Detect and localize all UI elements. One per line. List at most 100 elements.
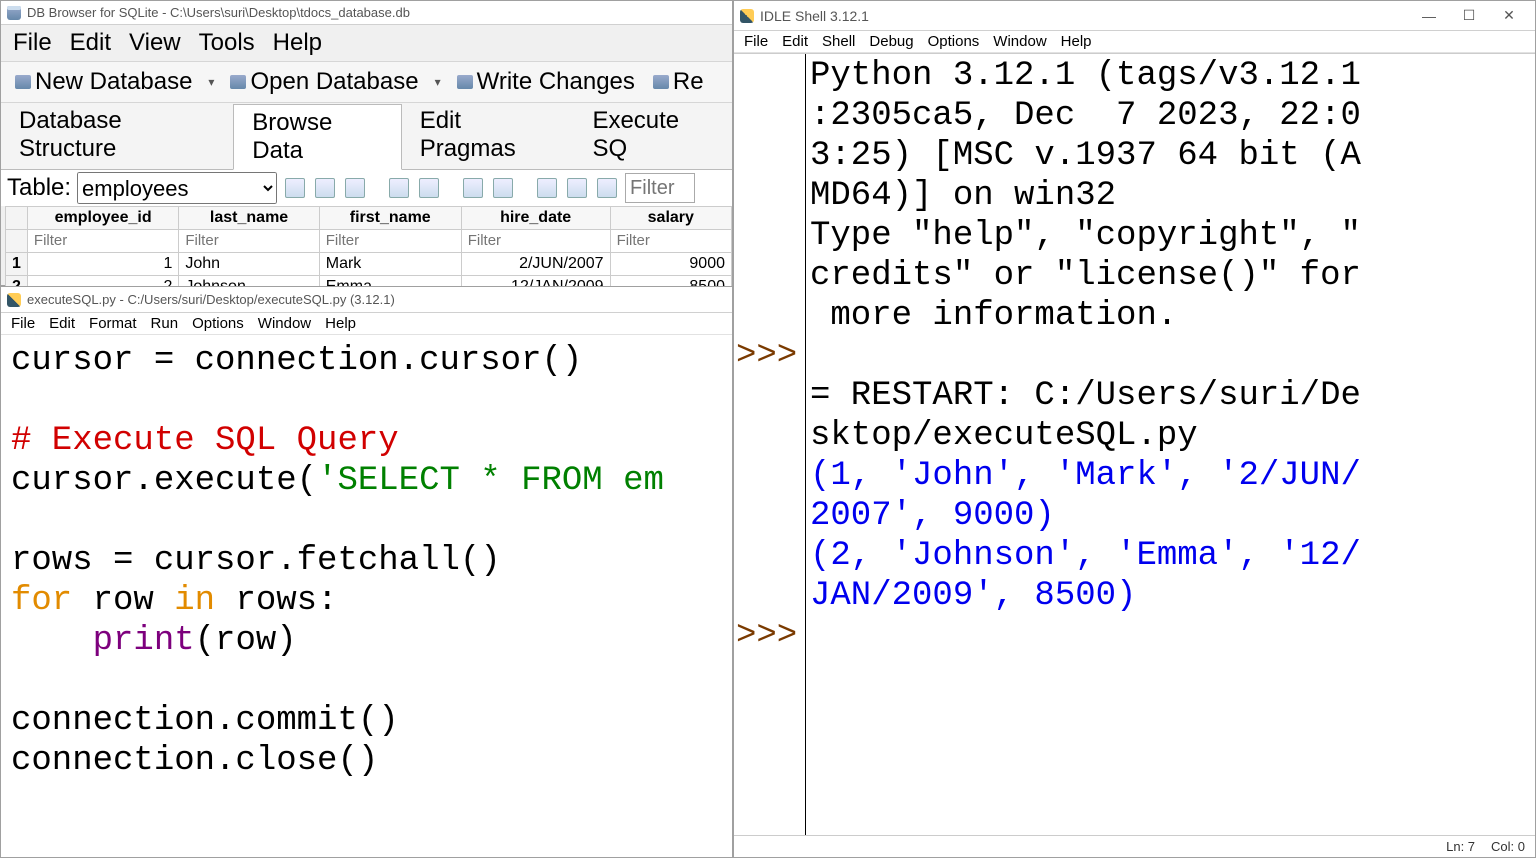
quick-filter-input[interactable]: [625, 173, 695, 203]
shell-stdout: (2, 'Johnson', 'Emma', '12/: [810, 537, 1361, 575]
idle-editor-window: executeSQL.py - C:/Users/suri/Desktop/ex…: [0, 286, 733, 858]
save-filter-icon[interactable]: [345, 178, 365, 198]
filter-row: [6, 230, 732, 253]
cell-hire-date[interactable]: 2/JUN/2007: [461, 253, 610, 276]
menu-view[interactable]: View: [129, 29, 181, 57]
insert-row-icon[interactable]: [463, 178, 483, 198]
menu-edit[interactable]: Edit: [782, 33, 808, 50]
table-row[interactable]: 1 1 John Mark 2/JUN/2007 9000: [6, 253, 732, 276]
clear-filter-icon[interactable]: [315, 178, 335, 198]
cell-first-name[interactable]: Mark: [319, 253, 461, 276]
cell-employee-id[interactable]: 1: [27, 253, 178, 276]
filter-last-name[interactable]: [185, 232, 312, 249]
print-icon[interactable]: [389, 178, 409, 198]
tab-execute-sql[interactable]: Execute SQ: [574, 103, 732, 169]
shell-titlebar[interactable]: IDLE Shell 3.12.1 — ☐ ✕: [734, 1, 1535, 31]
col-last-name[interactable]: last_name: [179, 207, 319, 230]
filter-first-name[interactable]: [326, 232, 455, 249]
menu-shell[interactable]: Shell: [822, 33, 855, 50]
shell-restart: = RESTART: C:/Users/suri/De: [810, 377, 1361, 415]
save-icon: [457, 75, 473, 89]
code-keyword: in: [174, 582, 215, 620]
col-hire-date[interactable]: hire_date: [461, 207, 610, 230]
shell-output-area[interactable]: Python 3.12.1 (tags/v3.12.1 :2305ca5, De…: [806, 54, 1535, 835]
shell-stdout: (1, 'John', 'Mark', '2/JUN/: [810, 457, 1361, 495]
code-text: row: [72, 582, 174, 620]
shell-banner: :2305ca5, Dec 7 2023, 22:0: [810, 97, 1361, 135]
tab-edit-pragmas[interactable]: Edit Pragmas: [402, 103, 575, 169]
row-number[interactable]: 1: [6, 253, 28, 276]
filter-hire-date[interactable]: [468, 232, 604, 249]
shell-banner: Type "help", "copyright", ": [810, 217, 1361, 255]
tab-database-structure[interactable]: Database Structure: [1, 103, 233, 169]
editor-title: executeSQL.py - C:/Users/suri/Desktop/ex…: [27, 292, 395, 307]
code-text: rows:: [215, 582, 337, 620]
chevron-down-icon[interactable]: ▾: [429, 75, 447, 89]
close-button[interactable]: ✕: [1489, 2, 1529, 30]
code-indent: [11, 622, 93, 660]
filter-employee-id[interactable]: [34, 232, 172, 249]
menu-file[interactable]: File: [744, 33, 768, 50]
menu-run[interactable]: Run: [151, 315, 179, 332]
code-comment: # Execute SQL Query: [11, 422, 399, 460]
database-open-icon: [230, 75, 246, 89]
db-browser-window: DB Browser for SQLite - C:\Users\suri\De…: [0, 0, 733, 286]
new-database-button[interactable]: New Database: [7, 64, 200, 100]
refresh-icon[interactable]: [285, 178, 305, 198]
filter-salary[interactable]: [617, 232, 725, 249]
status-line: Ln: 7: [1446, 839, 1475, 854]
menu-edit[interactable]: Edit: [70, 29, 111, 57]
db-browser-toolbar: New Database ▾ Open Database ▾ Write Cha…: [1, 61, 732, 103]
cell-last-name[interactable]: John: [179, 253, 319, 276]
menu-window[interactable]: Window: [993, 33, 1046, 50]
col-employee-id[interactable]: employee_id: [27, 207, 178, 230]
editor-code-area[interactable]: cursor = connection.cursor() # Execute S…: [1, 335, 732, 787]
menu-format[interactable]: Format: [89, 315, 137, 332]
cell-salary[interactable]: 9000: [610, 253, 731, 276]
open-database-button[interactable]: Open Database: [222, 64, 426, 100]
menu-window[interactable]: Window: [258, 315, 311, 332]
row-corner: [6, 207, 28, 230]
menu-options[interactable]: Options: [928, 33, 980, 50]
menu-help[interactable]: Help: [273, 29, 322, 57]
tab-browse-data[interactable]: Browse Data: [233, 104, 401, 170]
revert-icon: [653, 75, 669, 89]
idle-shell-window: IDLE Shell 3.12.1 — ☐ ✕ File Edit Shell …: [733, 0, 1536, 858]
col-first-name[interactable]: first_name: [319, 207, 461, 230]
chevron-down-icon[interactable]: ▾: [202, 75, 220, 89]
shell-stdout: 2007', 9000): [810, 497, 1055, 535]
table-label: Table:: [7, 174, 71, 202]
shell-body[interactable]: >>> >>> Python 3.12.1 (tags/v3.12.1 :230…: [734, 53, 1535, 835]
menu-help[interactable]: Help: [1061, 33, 1092, 50]
goto-icon[interactable]: [537, 178, 557, 198]
code-line: connection.close(): [11, 742, 378, 780]
find-icon[interactable]: [567, 178, 587, 198]
db-browser-tabs: Database Structure Browse Data Edit Prag…: [1, 103, 732, 170]
menu-tools[interactable]: Tools: [199, 29, 255, 57]
minimize-button[interactable]: —: [1409, 2, 1449, 30]
write-changes-button[interactable]: Write Changes: [449, 64, 643, 100]
delete-row-icon[interactable]: [493, 178, 513, 198]
menu-file[interactable]: File: [11, 315, 35, 332]
shell-banner: credits" or "license()" for: [810, 257, 1361, 295]
col-salary[interactable]: salary: [610, 207, 731, 230]
menu-help[interactable]: Help: [325, 315, 356, 332]
code-line: cursor = connection.cursor(): [11, 342, 582, 380]
menu-edit[interactable]: Edit: [49, 315, 75, 332]
code-string: 'SELECT * FROM em: [317, 462, 664, 500]
replace-icon[interactable]: [597, 178, 617, 198]
menu-options[interactable]: Options: [192, 315, 244, 332]
db-browser-titlebar[interactable]: DB Browser for SQLite - C:\Users\suri\De…: [1, 1, 732, 25]
editor-titlebar[interactable]: executeSQL.py - C:/Users/suri/Desktop/ex…: [1, 287, 732, 313]
menu-file[interactable]: File: [13, 29, 52, 57]
table-select[interactable]: employees: [77, 172, 277, 204]
shell-restart: sktop/executeSQL.py: [810, 417, 1198, 455]
code-text: (row): [195, 622, 297, 660]
open-database-label: Open Database: [250, 68, 418, 96]
revert-changes-button[interactable]: Re: [645, 64, 712, 100]
db-browser-menubar: File Edit View Tools Help: [1, 25, 732, 61]
maximize-button[interactable]: ☐: [1449, 2, 1489, 30]
export-icon[interactable]: [419, 178, 439, 198]
menu-debug[interactable]: Debug: [869, 33, 913, 50]
editor-menubar: File Edit Format Run Options Window Help: [1, 313, 732, 335]
